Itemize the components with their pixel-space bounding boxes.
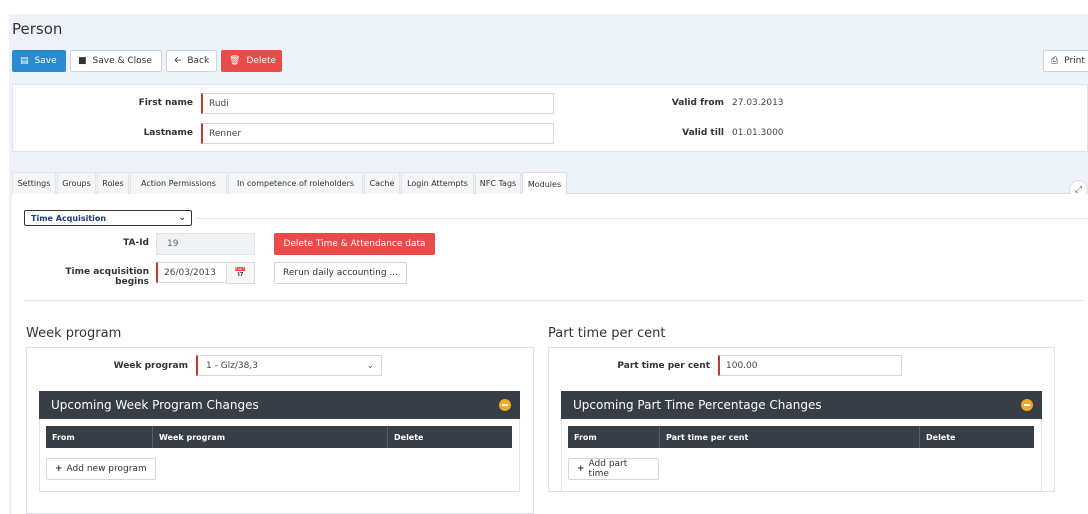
add-part-time-label: Add part time [588,459,628,479]
delete-label: Delete [246,56,277,66]
back-button[interactable]: 🡨 Back [166,50,217,72]
tab-login-attempts[interactable]: Login Attempts [401,172,474,194]
week-program-select-value: 1 - Glz/38,3 [206,360,258,371]
tab-groups[interactable]: Groups [57,172,96,194]
upcoming-week-program-header: Upcoming Week Program Changes [39,391,520,419]
plus-icon: + [577,464,585,474]
ta-id-label: TA-Id [123,238,149,248]
module-select-value: Time Acquisition [31,213,107,223]
save-close-label: Save & Close [92,56,152,66]
plus-icon: + [55,464,63,474]
tab-bar: Settings Groups Roles Action Permissions… [12,172,1088,195]
add-new-program-label: Add new program [66,464,147,474]
add-new-program-button[interactable]: + Add new program [46,458,156,480]
part-time-title: Part time per cent [548,326,666,341]
upcoming-part-time-title: Upcoming Part Time Percentage Changes [573,398,822,412]
ta-id-field: 19 [156,233,255,255]
chevron-down-icon: ⌄ [366,361,374,371]
part-time-input[interactable]: 100.00 [718,355,902,376]
back-label: Back [187,56,210,66]
print-button[interactable]: ⎙ Print [1043,50,1088,72]
save-close-button[interactable]: ■ Save & Close [70,50,162,72]
trash-icon: 🗑 [229,55,241,66]
week-program-label: Week program [113,361,188,371]
arrow-left-icon: 🡨 [174,55,182,66]
minus-circle-icon[interactable] [1021,399,1033,411]
print-label: Print [1064,56,1085,66]
column-from: From [568,426,660,448]
tab-cache[interactable]: Cache [364,172,400,194]
save-button[interactable]: ▤ Save [12,50,66,72]
module-select[interactable]: Time Acquisition ⌄ [24,210,192,226]
column-week-program: Week program [153,426,388,448]
column-from: From [46,426,153,448]
valid-till-label: Valid till [682,128,724,138]
calendar-icon[interactable]: 📅 [226,262,255,284]
first-name-input[interactable]: Rudi [201,93,554,114]
week-program-title: Week program [26,326,122,341]
valid-till-value[interactable]: 01.01.3000 [732,128,784,138]
part-time-table-header: From Part time per cent Delete [568,426,1034,448]
tab-in-competence[interactable]: In competence of roleholders [228,172,363,194]
tab-modules[interactable]: Modules [522,172,567,195]
save-button-label: Save [34,56,57,66]
chevron-down-icon: ⌄ [178,213,186,223]
divider [24,300,1084,301]
week-program-select[interactable]: 1 - Glz/38,3 ⌄ [196,355,382,376]
ta-begins-label: Time acquisition begins [65,267,149,287]
lastname-label: Lastname [143,128,193,138]
column-delete: Delete [388,426,512,448]
week-program-table-header: From Week program Delete [46,426,512,448]
rerun-daily-accounting-button[interactable]: Rerun daily accounting ... [274,262,407,284]
tab-settings[interactable]: Settings [12,172,56,194]
part-time-label: Part time per cent [617,361,710,371]
tab-action-permissions[interactable]: Action Permissions [130,172,227,194]
tab-roles[interactable]: Roles [97,172,129,194]
upcoming-part-time-header: Upcoming Part Time Percentage Changes [561,391,1042,419]
lastname-input[interactable]: Renner [201,123,554,144]
divider [196,218,1088,219]
delete-time-attendance-button[interactable]: Delete Time & Attendance data [274,233,435,255]
add-part-time-button[interactable]: + Add part time [568,458,659,480]
minus-circle-icon[interactable] [499,399,511,411]
column-delete: Delete [920,426,1034,448]
valid-from-label: Valid from [671,98,724,108]
floppy-icon: ▤ [20,55,29,66]
page-title: Person [12,20,63,38]
ta-begins-input[interactable]: 26/03/2013 [156,262,227,283]
column-part-time: Part time per cent [660,426,920,448]
upcoming-week-program-title: Upcoming Week Program Changes [51,398,259,412]
delete-button[interactable]: 🗑 Delete [221,50,282,72]
first-name-label: First name [138,98,193,108]
printer-icon: ⎙ [1051,55,1059,66]
save-close-icon: ■ [78,55,87,66]
tab-nfc-tags[interactable]: NFC Tags [475,172,521,194]
valid-from-value[interactable]: 27.03.2013 [732,98,784,108]
